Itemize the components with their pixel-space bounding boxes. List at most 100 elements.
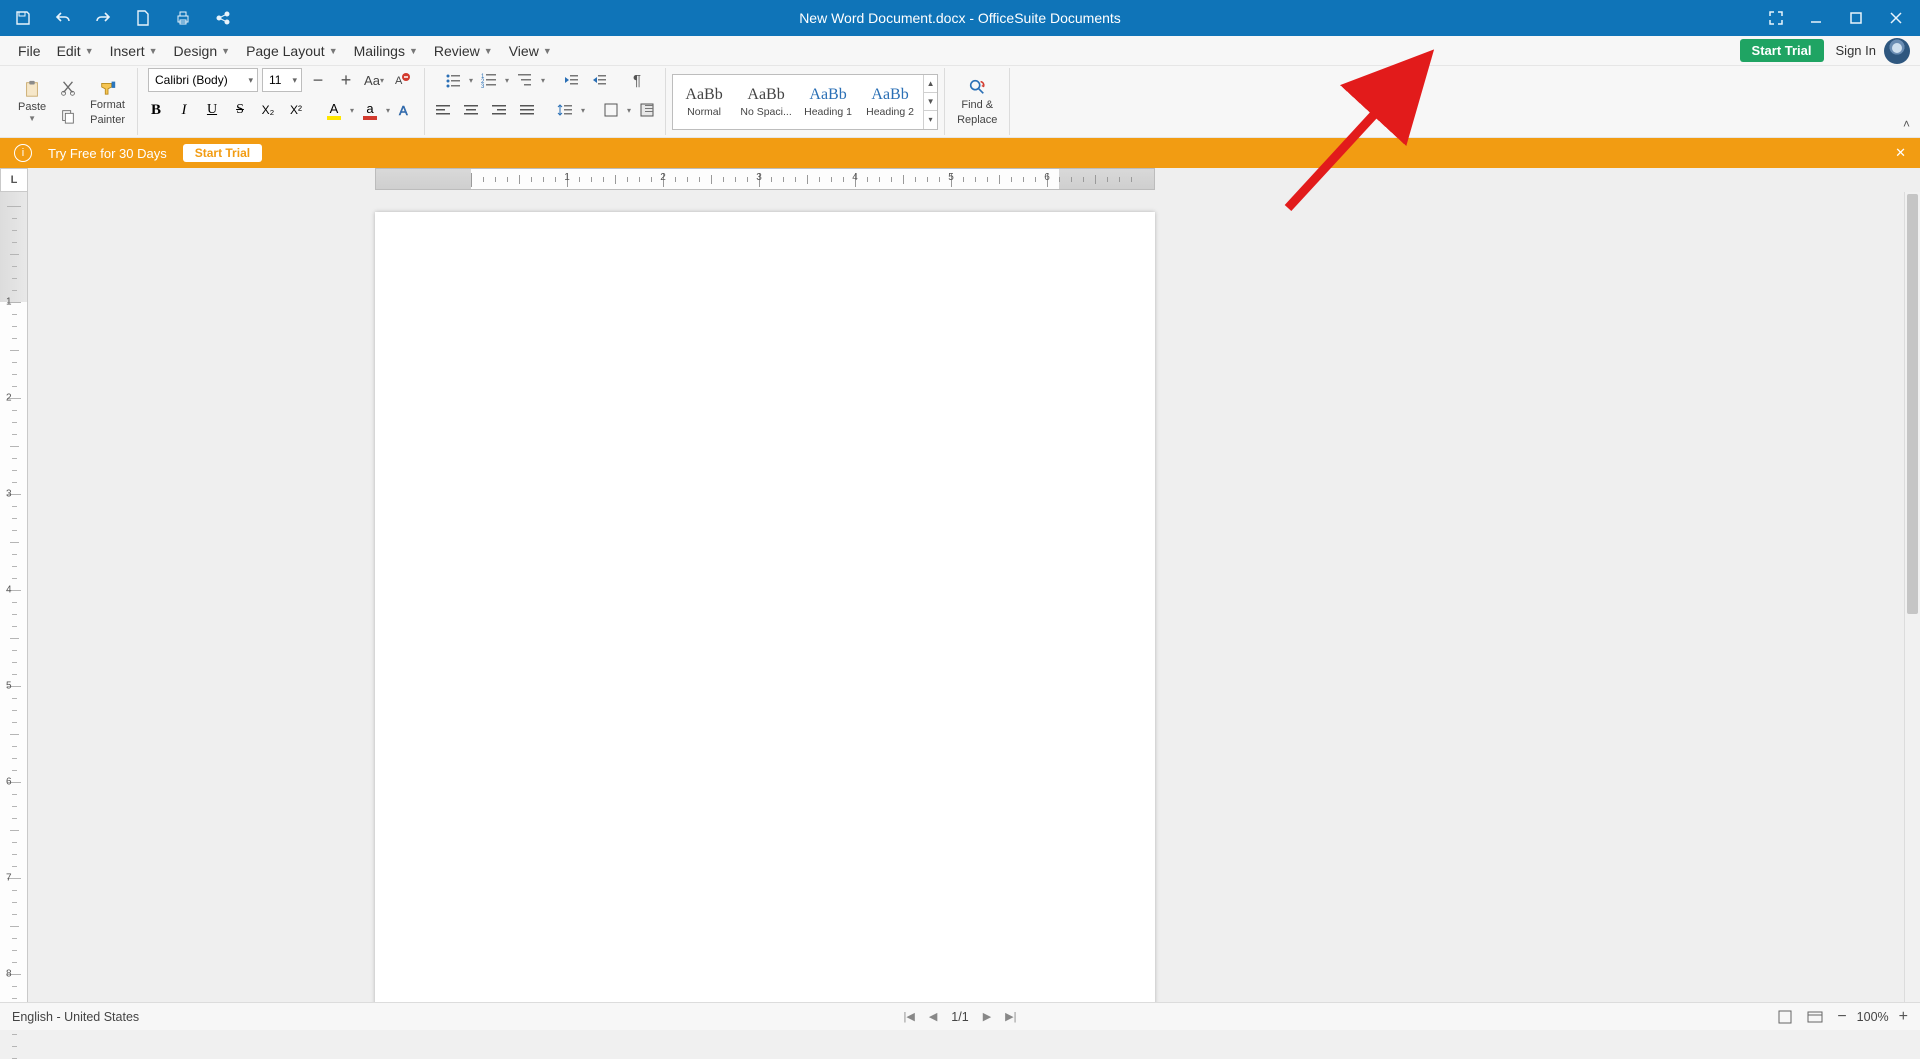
new-doc-icon[interactable] <box>134 9 152 27</box>
zoom-in-button[interactable]: + <box>1899 1008 1908 1026</box>
ribbon-styles-group: AaBbNormal AaBbNo Spaci... AaBbHeading 1… <box>666 68 945 135</box>
style-nospacing[interactable]: AaBbNo Spaci... <box>735 75 797 129</box>
ribbon-editing-group: Find & Replace <box>945 68 1010 135</box>
font-size-select[interactable]: 11 <box>262 68 302 92</box>
fullscreen-icon[interactable] <box>1766 8 1786 28</box>
zoom-level[interactable]: 100% <box>1857 1010 1889 1024</box>
bullets-icon[interactable] <box>441 68 465 92</box>
find-replace-button[interactable]: Find & Replace <box>951 75 1003 127</box>
increase-indent-icon[interactable] <box>587 68 611 92</box>
menu-insert[interactable]: Insert▼ <box>102 39 166 63</box>
underline-button[interactable]: U <box>200 98 224 122</box>
format-painter-button[interactable]: Format Painter <box>84 75 131 127</box>
sign-in-button[interactable]: Sign In <box>1836 38 1910 64</box>
clear-formatting-icon[interactable]: A <box>390 68 414 92</box>
menu-design[interactable]: Design▼ <box>166 39 239 63</box>
decrease-indent-icon[interactable] <box>559 68 583 92</box>
menu-page-layout[interactable]: Page Layout▼ <box>238 39 346 63</box>
collapse-ribbon-icon[interactable]: ˄ <box>1903 117 1910 131</box>
tab-stop-corner[interactable]: L <box>0 168 28 192</box>
menu-mailings[interactable]: Mailings▼ <box>346 39 426 63</box>
font-name-select[interactable]: Calibri (Body) <box>148 68 258 92</box>
print-icon[interactable] <box>174 9 192 27</box>
save-icon[interactable] <box>14 9 32 27</box>
next-page-icon[interactable]: ▶ <box>983 1010 991 1023</box>
find-replace-icon <box>967 77 987 97</box>
scrollbar-thumb[interactable] <box>1907 194 1918 614</box>
strike-button[interactable]: S <box>228 98 252 122</box>
change-case-button[interactable]: Aa▾ <box>362 68 386 92</box>
menu-view[interactable]: View▼ <box>501 39 560 63</box>
ribbon-font-group: Calibri (Body) 11 − + Aa▾ A B I U S X₂ X… <box>138 68 425 135</box>
highlight-button[interactable]: A <box>322 98 346 122</box>
styles-scroll[interactable]: ▲▼▾ <box>923 75 937 129</box>
copy-icon[interactable] <box>56 104 80 128</box>
text-effects-icon[interactable]: A <box>394 98 418 122</box>
menu-review[interactable]: Review▼ <box>426 39 501 63</box>
ribbon: Paste▼ Format Painter Calibri (Body) 11 … <box>0 66 1920 138</box>
line-spacing-icon[interactable] <box>553 98 577 122</box>
style-heading1[interactable]: AaBbHeading 1 <box>797 75 859 129</box>
decrease-font-icon[interactable]: − <box>306 68 330 92</box>
svg-text:A: A <box>399 103 408 118</box>
styles-gallery[interactable]: AaBbNormal AaBbNo Spaci... AaBbHeading 1… <box>672 74 938 130</box>
align-left-icon[interactable] <box>431 98 455 122</box>
ribbon-paragraph-group: ▾ 123▾ ▾ ¶ ▾ ▾ <box>425 68 666 135</box>
cut-icon[interactable] <box>56 76 80 100</box>
first-page-icon[interactable]: |◀ <box>904 1010 915 1023</box>
align-justify-icon[interactable] <box>515 98 539 122</box>
print-layout-view-icon[interactable] <box>1777 1009 1793 1025</box>
align-center-icon[interactable] <box>459 98 483 122</box>
workspace: 12345678 <box>0 192 1920 1002</box>
format-painter-icon <box>98 77 118 97</box>
window-title: New Word Document.docx - OfficeSuite Doc… <box>0 10 1920 26</box>
close-icon[interactable] <box>1886 8 1906 28</box>
document-area[interactable] <box>28 192 1904 1002</box>
borders-icon[interactable] <box>599 98 623 122</box>
status-language[interactable]: English - United States <box>12 1010 139 1024</box>
paste-icon <box>22 79 42 99</box>
page-indicator[interactable]: 1/1 <box>951 1010 968 1024</box>
page[interactable] <box>375 212 1155 1002</box>
numbering-icon[interactable]: 123 <box>477 68 501 92</box>
increase-font-icon[interactable]: + <box>334 68 358 92</box>
multilevel-icon[interactable] <box>513 68 537 92</box>
promo-text: Try Free for 30 Days <box>48 146 167 161</box>
bold-button[interactable]: B <box>144 98 168 122</box>
paragraph-marks-icon[interactable]: ¶ <box>625 68 649 92</box>
minimize-icon[interactable] <box>1806 8 1826 28</box>
prev-page-icon[interactable]: ◀ <box>929 1010 937 1023</box>
style-normal[interactable]: AaBbNormal <box>673 75 735 129</box>
menu-edit[interactable]: Edit▼ <box>49 39 102 63</box>
vertical-ruler[interactable]: 12345678 <box>0 192 28 1002</box>
promo-start-trial-button[interactable]: Start Trial <box>183 144 262 162</box>
redo-icon[interactable] <box>94 9 112 27</box>
italic-button[interactable]: I <box>172 98 196 122</box>
svg-text:A: A <box>395 75 403 87</box>
last-page-icon[interactable]: ▶| <box>1005 1010 1016 1023</box>
style-heading2[interactable]: AaBbHeading 2 <box>859 75 921 129</box>
maximize-icon[interactable] <box>1846 8 1866 28</box>
promo-close-icon[interactable]: ✕ <box>1895 145 1906 161</box>
superscript-button[interactable]: X² <box>284 98 308 122</box>
svg-text:3: 3 <box>481 84 485 88</box>
zoom-out-button[interactable]: − <box>1837 1008 1846 1026</box>
web-layout-view-icon[interactable] <box>1807 1009 1823 1025</box>
undo-icon[interactable] <box>54 9 72 27</box>
horizontal-ruler[interactable]: 123456 <box>28 168 1920 192</box>
avatar-icon[interactable] <box>1884 38 1910 64</box>
menu-file[interactable]: File <box>10 39 49 63</box>
subscript-button[interactable]: X₂ <box>256 98 280 122</box>
start-trial-button[interactable]: Start Trial <box>1740 39 1824 62</box>
titlebar: New Word Document.docx - OfficeSuite Doc… <box>0 0 1920 36</box>
ribbon-clipboard-group: Paste▼ Format Painter <box>6 68 138 135</box>
ruler-row: L 123456 <box>0 168 1920 192</box>
font-color-button[interactable]: a <box>358 98 382 122</box>
sign-in-label: Sign In <box>1836 43 1876 58</box>
vertical-scrollbar[interactable] <box>1904 192 1920 1002</box>
info-icon: i <box>14 144 32 162</box>
shading-icon[interactable] <box>635 98 659 122</box>
align-right-icon[interactable] <box>487 98 511 122</box>
share-icon[interactable] <box>214 9 232 27</box>
paste-button[interactable]: Paste▼ <box>12 77 52 126</box>
